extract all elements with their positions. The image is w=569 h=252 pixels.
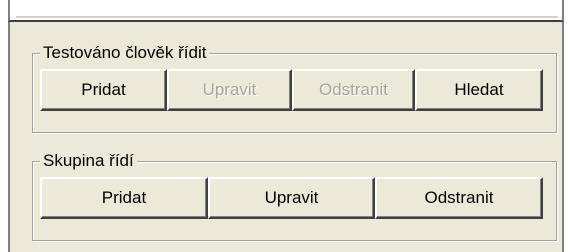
top-list-area[interactable] (8, 0, 564, 22)
group-tested-person: Testováno člověk řídit Pridat Upravit Od… (32, 43, 557, 133)
add-tested-person-button[interactable]: Pridat (40, 69, 167, 111)
group-tested-person-title: Testováno člověk řídit (40, 43, 210, 63)
add-control-button[interactable]: Pridat (40, 177, 208, 219)
edit-control-button[interactable]: Upravit (208, 177, 375, 219)
remove-control-button[interactable]: Odstranit (375, 177, 543, 219)
remove-tested-person-button[interactable]: Odstranit (292, 69, 415, 111)
group-control-title: Skupina řídí (40, 151, 137, 171)
search-tested-person-button[interactable]: Hledat (415, 69, 543, 111)
dialog-window: Testováno člověk řídit Pridat Upravit Od… (0, 0, 569, 252)
group-control: Skupina řídí Pridat Upravit Odstranit (32, 151, 557, 241)
group-control-button-row: Pridat Upravit Odstranit (40, 177, 543, 219)
group-tested-person-button-row: Pridat Upravit Odstranit Hledat (40, 69, 543, 111)
edit-tested-person-button[interactable]: Upravit (167, 69, 292, 111)
top-list-scroll-edge (16, 16, 558, 18)
